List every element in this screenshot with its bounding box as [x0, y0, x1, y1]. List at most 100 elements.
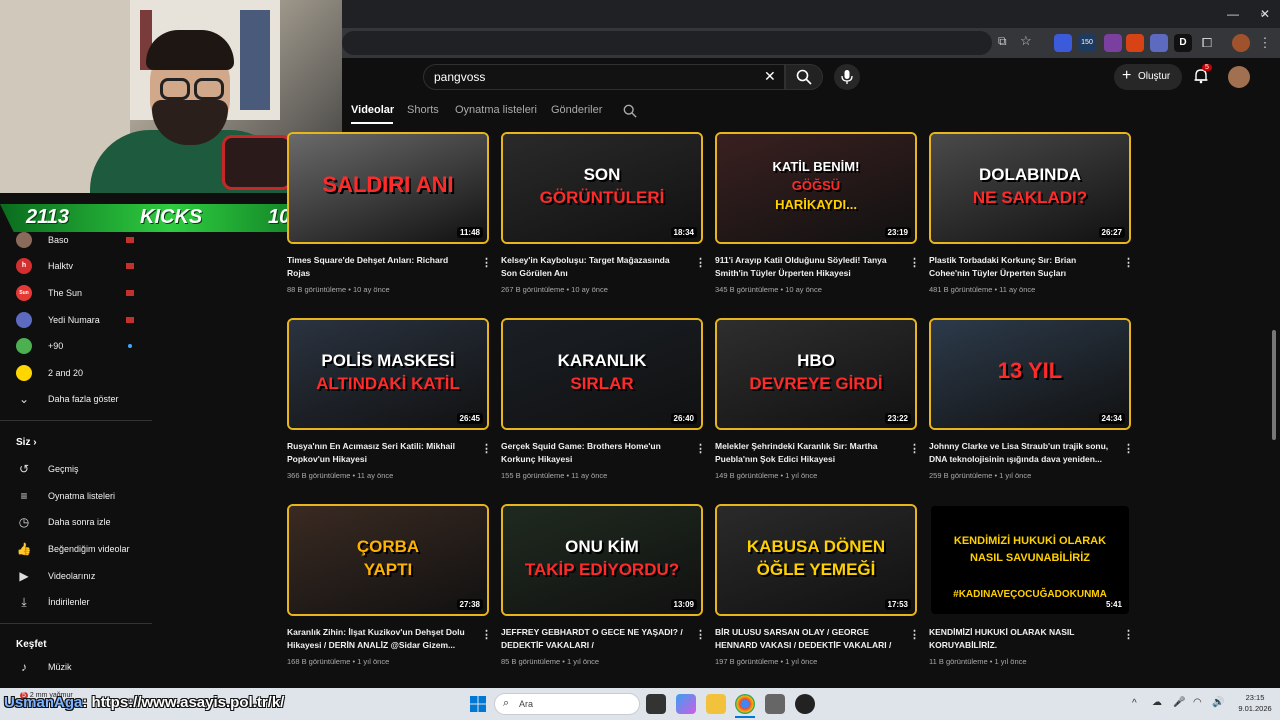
- video-thumbnail[interactable]: KABUSA DÖNEN ÖĞLE YEMEĞİ 17:53: [715, 504, 917, 616]
- tray-volume-icon[interactable]: 🔊: [1212, 697, 1224, 708]
- video-card[interactable]: DOLABINDA NE SAKLADI? 26:27 Plastik Torbada…: [929, 132, 1134, 294]
- extension-shield-icon[interactable]: [1104, 34, 1122, 52]
- windows-start-icon[interactable]: [468, 694, 488, 714]
- minimize-icon[interactable]: —: [1218, 4, 1248, 24]
- notification-badge: 5: [1202, 64, 1212, 71]
- video-card[interactable]: 13 YIL 24:34 Johnny Clarke ve Lisa Straub'…: [929, 318, 1134, 480]
- more-options-icon[interactable]: ⋮: [1123, 442, 1134, 455]
- install-icon[interactable]: ⧉: [998, 34, 1007, 49]
- video-thumbnail[interactable]: KATİL BENİM! GÖĞSÜ HARİKAYDI... 23:19: [715, 132, 917, 244]
- video-title[interactable]: Rusya'nın En Acımasız Seri Katili: Mikha…: [287, 440, 473, 466]
- more-options-icon[interactable]: ⋮: [909, 628, 920, 641]
- tab-shorts[interactable]: Shorts: [407, 104, 439, 116]
- address-bar[interactable]: ⧉ ☆: [342, 31, 1032, 55]
- tray-mic-icon[interactable]: 🎤: [1173, 697, 1185, 708]
- more-options-icon[interactable]: ⋮: [695, 442, 706, 455]
- video-thumbnail[interactable]: POLİS MASKESİ ALTINDAKİ KATİL 26:45: [287, 318, 489, 430]
- video-thumbnail[interactable]: ONU KİM TAKİP EDİYORDU? 13:09: [501, 504, 703, 616]
- tray-cloud-icon[interactable]: ☁: [1152, 697, 1162, 708]
- channel-search-icon[interactable]: [623, 104, 637, 118]
- tab-posts[interactable]: Gönderiler: [551, 104, 602, 116]
- more-options-icon[interactable]: ⋮: [695, 628, 706, 641]
- taskbar-search[interactable]: ⌕ Ara: [494, 693, 640, 715]
- video-thumbnail[interactable]: DOLABINDA NE SAKLADI? 26:27: [929, 132, 1131, 244]
- video-title[interactable]: Melekler Şehrindeki Karanlık Sır: Martha…: [715, 440, 901, 466]
- task-view-icon[interactable]: [646, 694, 666, 714]
- video-duration: 27:38: [456, 599, 483, 610]
- channel-avatar: [16, 232, 32, 248]
- file-explorer-icon[interactable]: [706, 694, 726, 714]
- extension-translate-icon[interactable]: [1054, 34, 1072, 52]
- video-title[interactable]: Times Square'de Dehşet Anları: Richard R…: [287, 254, 473, 280]
- search-box[interactable]: ✕: [423, 64, 785, 90]
- video-card[interactable]: POLİS MASKESİ ALTINDAKİ KATİL 26:45 Rusya'n…: [287, 318, 492, 480]
- video-title[interactable]: KENDİMİZİ HUKUKİ OLARAK NASIL KORUYABİLİ…: [929, 626, 1115, 652]
- video-title[interactable]: 911'i Arayıp Katil Olduğunu Söyledi! Tan…: [715, 254, 901, 280]
- more-options-icon[interactable]: ⋮: [909, 442, 920, 455]
- plus-icon: +: [1122, 67, 1132, 84]
- copilot-icon[interactable]: [676, 694, 696, 714]
- video-title[interactable]: Plastik Torbadaki Korkunç Sır: Brian Coh…: [929, 254, 1115, 280]
- video-thumbnail[interactable]: SALDIRI ANI 11:48: [287, 132, 489, 244]
- more-options-icon[interactable]: ⋮: [1123, 628, 1134, 641]
- video-card[interactable]: KARANLIK SIRLAR 26:40 Gerçek Squid Game: Br…: [501, 318, 706, 480]
- video-thumbnail[interactable]: 13 YIL 24:34: [929, 318, 1131, 430]
- video-thumbnail[interactable]: KARANLIK SIRLAR 26:40: [501, 318, 703, 430]
- more-options-icon[interactable]: ⋮: [695, 256, 706, 269]
- extension-badge-icon[interactable]: 150: [1078, 34, 1096, 52]
- video-title[interactable]: Johnny Clarke ve Lisa Straub'un trajik s…: [929, 440, 1115, 466]
- video-card[interactable]: SON GÖRÜNTÜLERİ 18:34 Kelsey'in Kayboluşu: …: [501, 132, 706, 294]
- sidebar-divider: [0, 623, 152, 624]
- extension-d-icon[interactable]: D: [1174, 34, 1192, 52]
- video-card[interactable]: HBO DEVREYE GİRDİ 23:22 Melekler Şehrindeki…: [715, 318, 920, 480]
- tab-playlists[interactable]: Oynatma listeleri: [455, 104, 537, 116]
- video-duration: 13:09: [670, 599, 697, 610]
- scrollbar[interactable]: [1272, 330, 1276, 440]
- more-options-icon[interactable]: ⋮: [481, 256, 492, 269]
- extension-fox-icon[interactable]: [1126, 34, 1144, 52]
- chrome-icon[interactable]: [735, 694, 755, 714]
- video-card[interactable]: ONU KİM TAKİP EDİYORDU? 13:09 JEFFREY GEBHA…: [501, 504, 706, 666]
- video-meta: 366 B görüntüleme • 11 ay önce: [287, 471, 394, 480]
- video-title[interactable]: Kelsey'in Kayboluşu: Target Mağazasında …: [501, 254, 687, 280]
- video-title[interactable]: Karanlık Zihin: İlşat Kuzikov'un Dehşet …: [287, 626, 473, 652]
- video-thumbnail[interactable]: ÇORBA YAPTI 27:38: [287, 504, 489, 616]
- search-button[interactable]: [785, 64, 823, 90]
- extension-cloud-icon[interactable]: [1150, 34, 1168, 52]
- snipping-tool-icon[interactable]: [765, 694, 785, 714]
- create-button[interactable]: + Oluştur: [1114, 64, 1182, 90]
- obs-icon[interactable]: [795, 694, 815, 714]
- search-input[interactable]: [434, 70, 734, 84]
- video-card[interactable]: SALDIRI ANI 11:48 Times Square'de Dehşet A…: [287, 132, 492, 294]
- tray-chevron-icon[interactable]: ^: [1132, 698, 1137, 709]
- more-options-icon[interactable]: ⋮: [1123, 256, 1134, 269]
- video-duration: 23:22: [884, 413, 911, 424]
- tab-videos[interactable]: Videolar: [351, 104, 394, 116]
- clear-search-icon[interactable]: ✕: [764, 68, 776, 85]
- video-card[interactable]: KATİL BENİM! GÖĞSÜ HARİKAYDI... 23:19 911'i …: [715, 132, 920, 294]
- video-title[interactable]: Gerçek Squid Game: Brothers Home'un Kork…: [501, 440, 687, 466]
- video-card[interactable]: ÇORBA YAPTI 27:38 Karanlık Zihin: İlşat Kuz…: [287, 504, 492, 666]
- video-title[interactable]: JEFFREY GEBHARDT O GECE NE YAŞADI? / DED…: [501, 626, 687, 652]
- tray-wifi-icon[interactable]: ◠: [1193, 697, 1202, 708]
- video-card[interactable]: KABUSA DÖNEN ÖĞLE YEMEĞİ 17:53 BİR ULUSU SA…: [715, 504, 920, 666]
- profile-avatar[interactable]: [1232, 34, 1250, 52]
- browser-menu-icon[interactable]: ⋮: [1256, 34, 1274, 52]
- sidebar-you-heading[interactable]: Siz ›: [16, 437, 37, 448]
- video-thumbnail[interactable]: SON GÖRÜNTÜLERİ 18:34: [501, 132, 703, 244]
- video-thumbnail[interactable]: HBO DEVREYE GİRDİ 23:22: [715, 318, 917, 430]
- taskbar-clock[interactable]: 23:15 9.01.2026: [1232, 692, 1278, 714]
- account-avatar[interactable]: [1228, 66, 1250, 88]
- voice-search-button[interactable]: [834, 64, 860, 90]
- more-options-icon[interactable]: ⋮: [909, 256, 920, 269]
- notifications-button[interactable]: 5: [1193, 64, 1212, 84]
- thumbnail-text: ALTINDAKİ KATİL: [316, 374, 460, 393]
- bookmark-star-icon[interactable]: ☆: [1020, 33, 1032, 49]
- video-thumbnail[interactable]: KENDİMİZİ HUKUKİ OLARAK NASIL SAVUNABİLİR…: [929, 504, 1131, 616]
- close-window-icon[interactable]: ✕: [1250, 4, 1280, 24]
- more-options-icon[interactable]: ⋮: [481, 442, 492, 455]
- more-options-icon[interactable]: ⋮: [481, 628, 492, 641]
- extensions-puzzle-icon[interactable]: ⧠: [1198, 34, 1216, 52]
- video-card[interactable]: KENDİMİZİ HUKUKİ OLARAK NASIL SAVUNABİLİR…: [929, 504, 1134, 666]
- video-title[interactable]: BİR ULUSU SARSAN OLAY / GEORGE HENNARD V…: [715, 626, 901, 652]
